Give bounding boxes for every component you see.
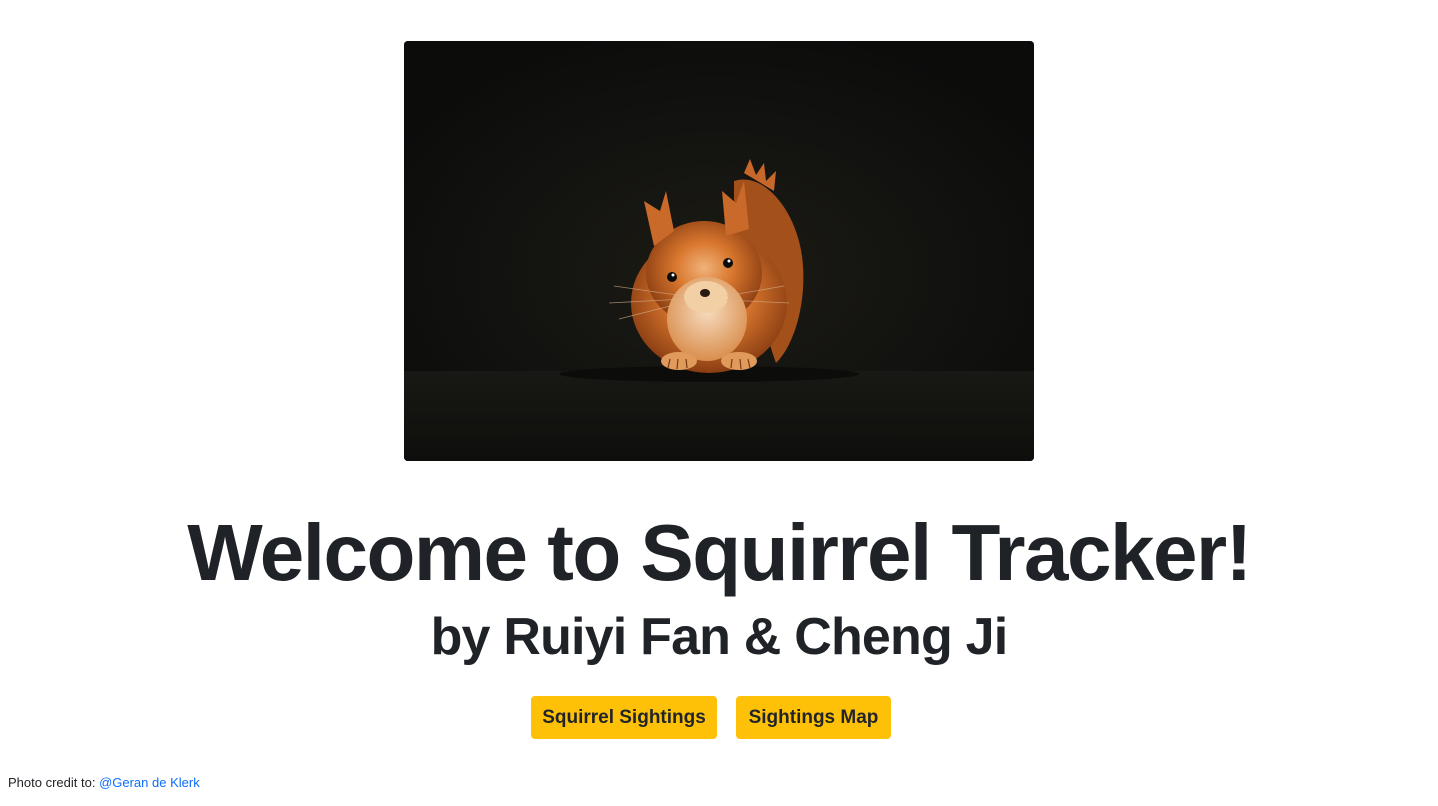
page: Welcome to Squirrel Tracker! by Ruiyi Fa… xyxy=(0,0,1438,806)
photo-credit: Photo credit to: @Geran de Klerk xyxy=(8,775,200,791)
sightings-map-button[interactable]: Sightings Map xyxy=(736,696,891,739)
page-subtitle: by Ruiyi Fan & Cheng Ji xyxy=(430,608,1009,666)
photo-credit-link[interactable]: @Geran de Klerk xyxy=(99,775,200,790)
photo-credit-label: Photo credit to: xyxy=(8,775,100,790)
page-title: Welcome to Squirrel Tracker! xyxy=(187,508,1252,597)
squirrel-sightings-button[interactable]: Squirrel Sightings xyxy=(531,696,717,739)
hero-squirrel-photo xyxy=(404,41,1034,461)
